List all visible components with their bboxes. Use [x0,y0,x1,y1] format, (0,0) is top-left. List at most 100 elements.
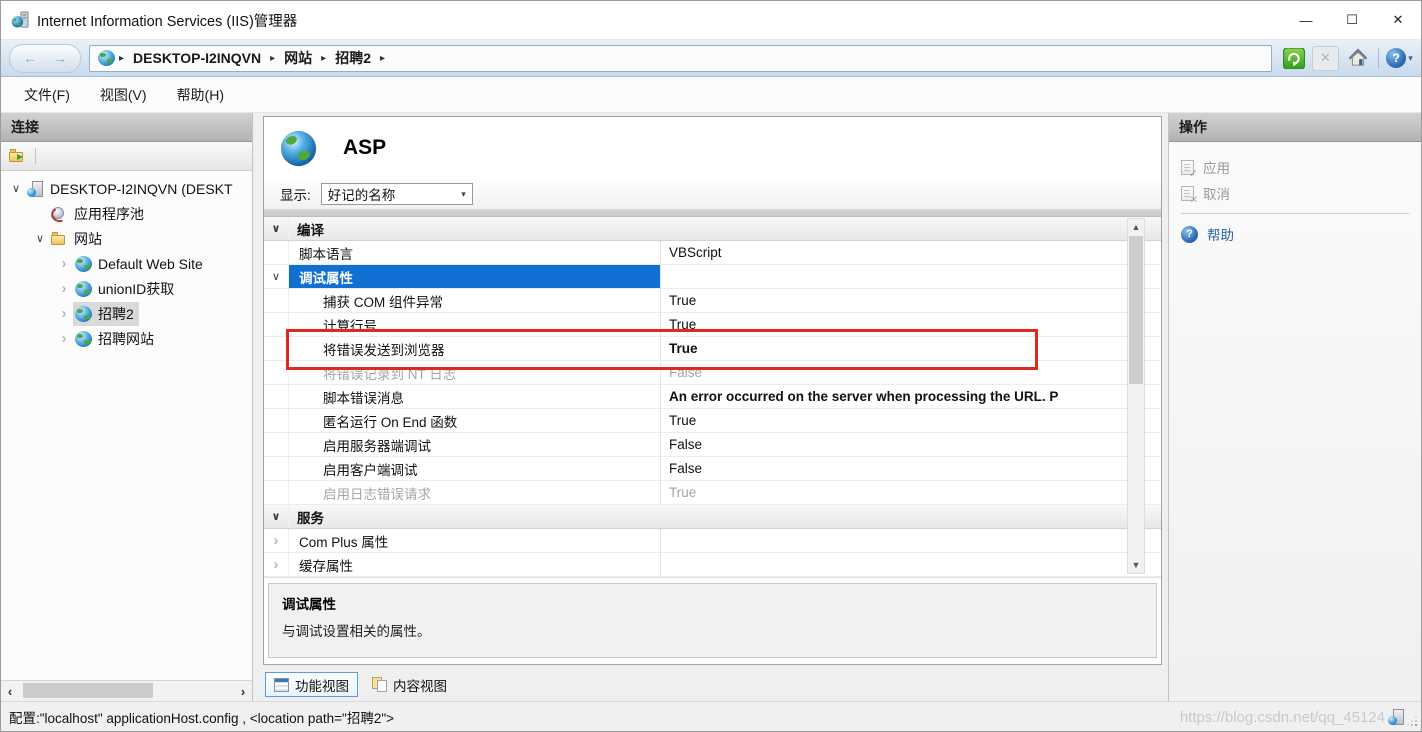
row-chevron-icon[interactable] [264,241,289,264]
help-menu-button[interactable]: ?▾ [1386,46,1413,71]
row-chevron-icon[interactable] [264,409,289,432]
grid-row[interactable]: 捕获 COM 组件异常 True [264,289,1161,313]
property-name: 捕获 COM 组件异常 [289,289,660,312]
tree-item[interactable]: DESKTOP-I2INQVN (DESKT [1,176,252,201]
tree-item[interactable]: unionID获取 [1,276,252,301]
tree-item[interactable]: 网站 [1,226,252,251]
tree-chevron-icon[interactable] [31,232,49,245]
row-chevron-icon[interactable] [264,313,289,336]
asp-globe-icon [280,130,317,167]
tab-content-view[interactable]: 内容视图 [364,672,455,697]
status-config-text: 配置:"localhost" applicationHost.config , … [9,707,394,727]
help-icon: ? [1181,226,1198,243]
tree-item-label: DESKTOP-I2INQVN (DESKT [50,181,233,197]
chevron-down-icon: ▾ [461,189,466,200]
grid-row[interactable]: Com Plus 属性 [264,529,1161,553]
scrollbar-thumb[interactable] [23,683,153,698]
minimize-button[interactable]: — [1283,1,1329,39]
menu-item[interactable]: 帮助(H) [164,79,237,111]
home-button[interactable] [1344,46,1371,71]
grid-row[interactable]: 编译 [264,217,1161,241]
tree-chevron-icon[interactable] [55,305,73,322]
server-icon [27,181,44,197]
row-chevron-icon[interactable] [264,337,289,360]
tree-item-row: DESKTOP-I2INQVN (DESKT [25,179,238,199]
scroll-left-icon[interactable]: ‹ [1,681,19,701]
folder-icon [51,231,68,247]
apply-icon [1181,160,1194,175]
tree-item-label: 招聘网站 [98,329,154,349]
back-icon: ← [23,50,37,66]
display-row: 显示: 好记的名称 ▾ [264,179,1161,210]
maximize-button[interactable]: ☐ [1329,1,1375,39]
tree-item[interactable]: 招聘网站 [1,326,252,351]
row-chevron-icon[interactable] [264,289,289,312]
display-dropdown[interactable]: 好记的名称 ▾ [321,183,473,205]
connections-tree: DESKTOP-I2INQVN (DESKT 应用程序池 [1,171,252,680]
scroll-right-icon[interactable]: › [234,681,252,701]
grid-row[interactable]: 将错误发送到浏览器 True [264,337,1161,361]
scrollbar-thumb[interactable] [1129,236,1143,384]
row-chevron-icon[interactable] [264,457,289,480]
tree-chevron-icon[interactable] [7,182,25,195]
feature-page: ASP 显示: 好记的名称 ▾ [253,113,1168,701]
row-chevron-icon[interactable] [264,385,289,408]
row-chevron-icon[interactable] [264,481,289,504]
features-view-icon [274,678,289,692]
property-name: 启用服务器端调试 [289,433,660,456]
breadcrumb-item[interactable]: DESKTOP-I2INQVN [128,48,266,68]
row-chevron-icon[interactable] [264,505,289,528]
tree-chevron-icon[interactable] [55,255,73,272]
tree-chevron-icon[interactable] [55,280,73,297]
stop-x-icon: ✕ [1320,50,1331,66]
row-chevron-icon[interactable] [264,433,289,456]
help-button[interactable]: ? 帮助 [1181,221,1421,247]
forward-icon: → [53,50,67,66]
globe-icon [75,331,92,347]
row-chevron-icon[interactable] [264,265,289,288]
property-value: VBScript [660,241,1123,264]
refresh-button[interactable] [1280,46,1307,71]
row-chevron-icon[interactable] [264,217,289,240]
grid-row[interactable]: 启用日志错误请求 True [264,481,1161,505]
grid-row[interactable]: 启用客户端调试 False [264,457,1161,481]
vertical-scrollbar[interactable]: ▲ ▼ [1127,218,1145,574]
status-bar: 配置:"localhost" applicationHost.config , … [1,701,1421,731]
property-name: 调试属性 [289,265,660,288]
tab-features-view[interactable]: 功能视图 [265,672,358,697]
horizontal-scrollbar[interactable]: ‹ › [1,680,252,701]
grid-row[interactable]: 计算行号 True [264,313,1161,337]
property-name: 匿名运行 On End 函数 [289,409,660,432]
pool-icon [51,206,68,222]
row-chevron-icon[interactable] [264,529,289,552]
grid-row[interactable]: 脚本语言 VBScript [264,241,1161,265]
menu-item[interactable]: 文件(F) [11,79,83,111]
scroll-down-icon[interactable]: ▼ [1128,557,1144,573]
row-chevron-icon[interactable] [264,361,289,384]
stop-button: ✕ [1312,46,1339,71]
scroll-up-icon[interactable]: ▲ [1128,219,1144,235]
grid-row[interactable]: 启用服务器端调试 False [264,433,1161,457]
create-connection-icon[interactable] [9,148,26,164]
grid-row[interactable]: 服务 [264,505,1161,529]
grid-row[interactable]: 将错误记录到 NT 日志 False [264,361,1161,385]
tree-item[interactable]: 应用程序池 [1,201,252,226]
property-value: False [660,457,1123,480]
breadcrumb[interactable]: DESKTOP-I2INQVN 网站 招聘2 [89,45,1272,72]
tree-item-row: 招聘网站 [73,327,159,351]
breadcrumb-item[interactable]: 网站 [279,46,317,70]
grid-row[interactable]: 缓存属性 [264,553,1161,577]
grid-row[interactable]: 脚本错误消息 An error occurred on the server w… [264,385,1161,409]
grid-row[interactable]: 匿名运行 On End 函数 True [264,409,1161,433]
close-button[interactable]: ✕ [1375,1,1421,39]
actions-separator [1181,213,1409,214]
menu-item[interactable]: 视图(V) [87,79,160,111]
row-chevron-icon[interactable] [264,553,289,576]
resize-grip-icon[interactable] [1406,715,1418,727]
breadcrumb-arrow-icon [117,53,126,64]
tree-item[interactable]: 招聘2 [1,301,252,326]
breadcrumb-item[interactable]: 招聘2 [330,46,376,70]
tree-chevron-icon[interactable] [55,330,73,347]
grid-row[interactable]: 调试属性 [264,265,1161,289]
tree-item[interactable]: Default Web Site [1,251,252,276]
